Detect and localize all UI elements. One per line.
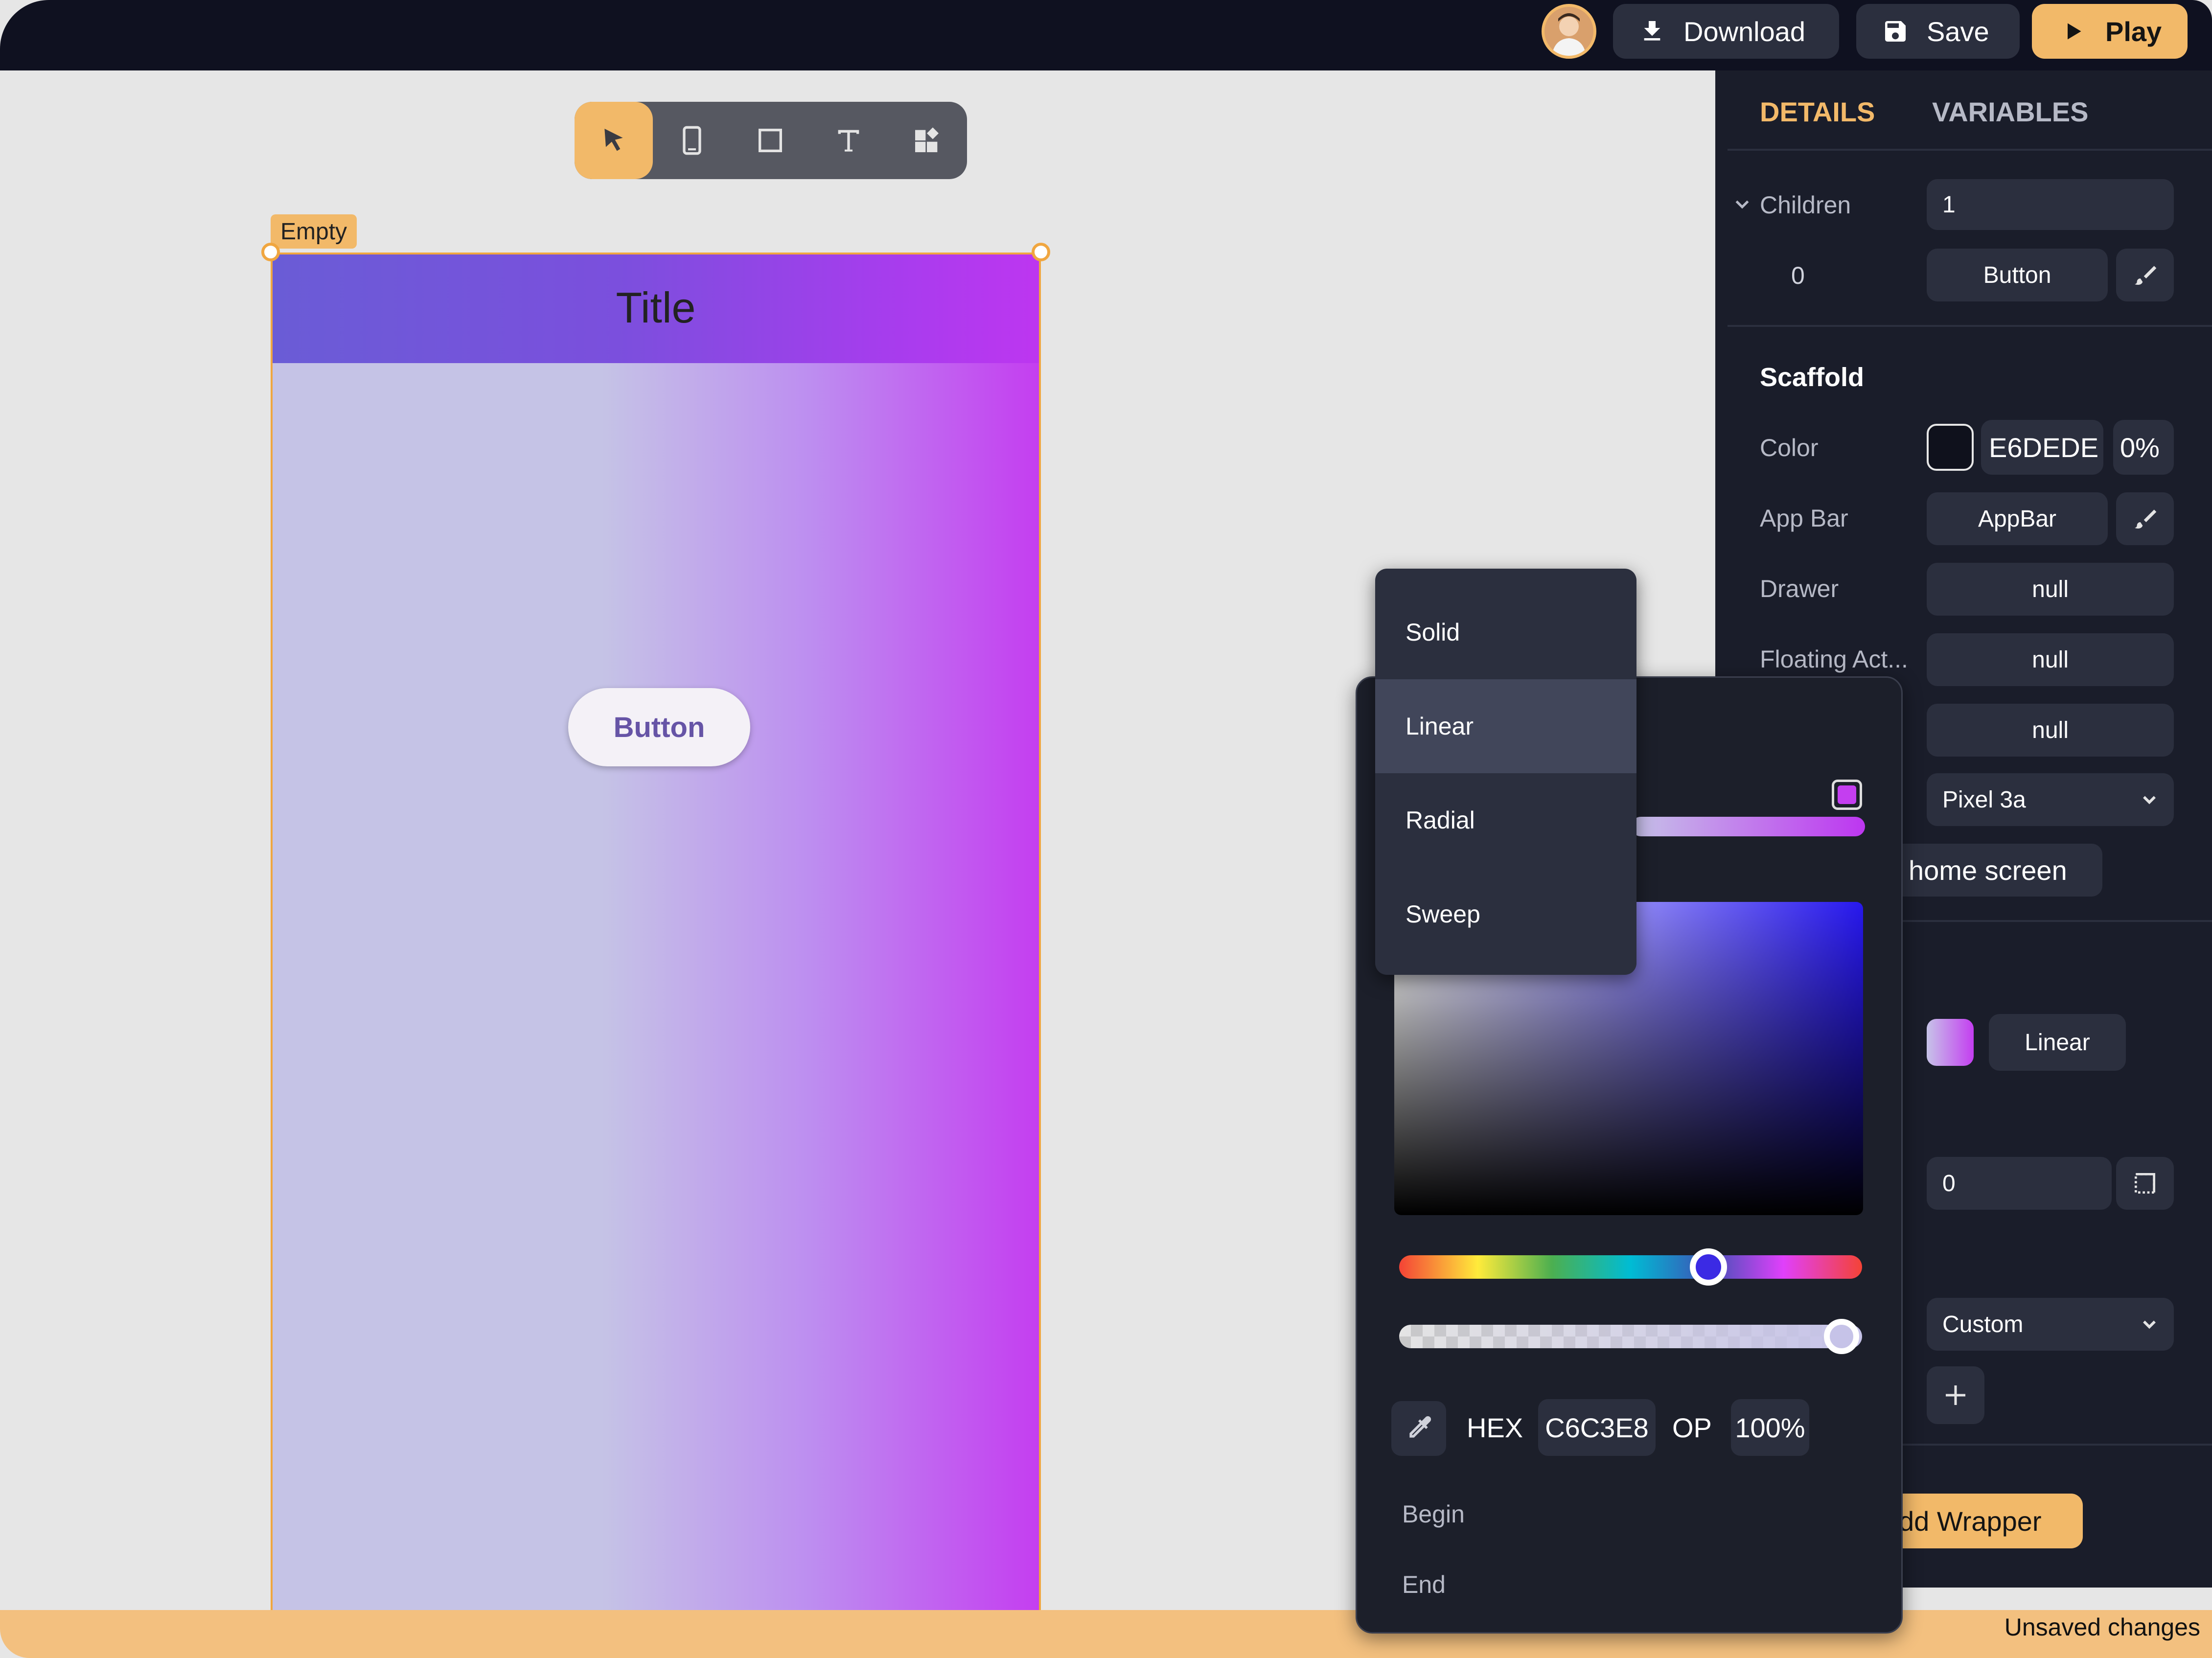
drawer-value-button[interactable]: null (1927, 563, 2174, 616)
scaffold-heading: Scaffold (1760, 363, 1865, 392)
top-bar: Download Save Play (0, 0, 2212, 70)
phone-preview[interactable]: Title Button (271, 253, 1041, 1658)
hue-slider-thumb[interactable] (1690, 1248, 1727, 1286)
edit-appbar-button[interactable] (2116, 492, 2174, 545)
gradient-type-menu: Solid Linear Radial Sweep (1375, 569, 1636, 975)
canvas-button[interactable]: Button (568, 688, 750, 766)
download-icon (1644, 21, 1660, 41)
device-select-value: Pixel 3a (1942, 786, 2026, 813)
bounds-button[interactable] (2116, 1157, 2174, 1210)
play-icon (2068, 23, 2081, 40)
tool-palette (575, 102, 967, 179)
gradient-type-button[interactable]: Linear (1989, 1014, 2126, 1071)
text-icon (838, 130, 859, 152)
tabs-divider (1728, 149, 2212, 151)
menu-item-linear[interactable]: Linear (1375, 679, 1636, 773)
status-text: Unsaved changes (2004, 1613, 2200, 1641)
color-opacity-field[interactable]: 0% (2113, 420, 2174, 475)
dashed-square-icon (2135, 1173, 2155, 1194)
app-bar-title: Title (616, 283, 696, 332)
brush-icon (2135, 266, 2157, 285)
opacity-slider-thumb[interactable] (1824, 1319, 1859, 1354)
opacity-slider[interactable] (1399, 1325, 1862, 1348)
children-label: Children (1760, 191, 1851, 219)
plus-icon (1946, 1385, 1965, 1405)
add-wrapper-button[interactable]: dd Wrapper (1889, 1494, 2083, 1548)
appbar-label: App Bar (1760, 505, 1848, 532)
menu-item-sweep[interactable]: Sweep (1375, 867, 1636, 961)
app-bar[interactable]: Title (273, 254, 1039, 363)
save-icon (1885, 21, 1906, 42)
device-tool-button[interactable] (653, 102, 731, 179)
hex-input[interactable]: C6C3E8 (1538, 1399, 1656, 1456)
eyedropper-button[interactable] (1391, 1401, 1446, 1456)
hex-label: HEX (1467, 1412, 1523, 1443)
square-icon (759, 129, 782, 152)
child-index: 0 (1791, 262, 1805, 289)
color-swatch[interactable] (1927, 424, 1974, 471)
tab-variables[interactable]: VARIABLES (1932, 96, 2088, 128)
gradient-stop-color (1838, 785, 1856, 804)
device-select[interactable]: Pixel 3a (1927, 773, 2174, 826)
begin-label[interactable]: Begin (1402, 1500, 1465, 1528)
hue-slider[interactable] (1399, 1255, 1862, 1279)
download-label: Download (1683, 16, 1806, 47)
user-avatar[interactable] (1542, 4, 1596, 59)
container-tool-button[interactable] (731, 102, 809, 179)
chevron-down-icon (2143, 1320, 2156, 1329)
edit-child-button[interactable] (2116, 249, 2174, 301)
number-field[interactable]: 0 (1927, 1157, 2112, 1210)
children-count-field[interactable]: 1 (1927, 179, 2174, 230)
menu-item-radial[interactable]: Radial (1375, 773, 1636, 867)
child-0-button[interactable]: Button (1927, 249, 2108, 301)
cursor-arrow-icon (604, 129, 623, 151)
menu-item-solid[interactable]: Solid (1375, 585, 1636, 679)
color-hex-field[interactable]: E6DEDE (1981, 420, 2103, 475)
tab-details[interactable]: DETAILS (1760, 96, 1875, 128)
play-button[interactable]: Play (2032, 4, 2188, 59)
color-label: Color (1760, 434, 1819, 461)
resize-handle-top-right[interactable] (1032, 243, 1050, 261)
resize-handle-top-left[interactable] (261, 243, 280, 261)
avatar-icon (1552, 13, 1586, 56)
appbar-value-button[interactable]: AppBar (1927, 492, 2108, 545)
custom-select-value: Custom (1942, 1311, 2024, 1337)
screen-name-field[interactable]: home screen (1889, 844, 2102, 897)
add-button[interactable] (1927, 1366, 1984, 1424)
chevron-down-icon (2143, 796, 2156, 805)
gradient-preview-bar[interactable] (1631, 817, 1865, 836)
play-label: Play (2105, 16, 2162, 47)
opacity-input[interactable]: 100% (1731, 1399, 1809, 1456)
eyedropper-icon (1409, 1416, 1431, 1438)
fab-label: Floating Act... (1760, 645, 1908, 673)
select-tool-button[interactable] (575, 102, 653, 179)
custom-select[interactable]: Custom (1927, 1298, 2174, 1351)
save-button[interactable]: Save (1856, 4, 2020, 59)
save-label: Save (1927, 16, 1989, 47)
widgets-icon (915, 127, 939, 152)
drawer-label: Drawer (1760, 575, 1839, 602)
text-tool-button[interactable] (809, 102, 888, 179)
phone-icon (683, 126, 701, 155)
children-divider (1728, 325, 2212, 327)
chevron-down-icon[interactable] (1732, 195, 1752, 214)
end-label[interactable]: End (1402, 1570, 1446, 1599)
selection-label: Empty (271, 214, 357, 249)
null-value-button[interactable]: null (1927, 704, 2174, 757)
fab-value-button[interactable]: null (1927, 633, 2174, 686)
op-label: OP (1672, 1412, 1712, 1443)
gradient-stop-handle[interactable] (1832, 780, 1862, 810)
brush-icon (2135, 509, 2157, 529)
download-button[interactable]: Download (1613, 4, 1839, 59)
widgets-tool-button[interactable] (888, 102, 966, 179)
gradient-swatch[interactable] (1927, 1019, 1974, 1066)
